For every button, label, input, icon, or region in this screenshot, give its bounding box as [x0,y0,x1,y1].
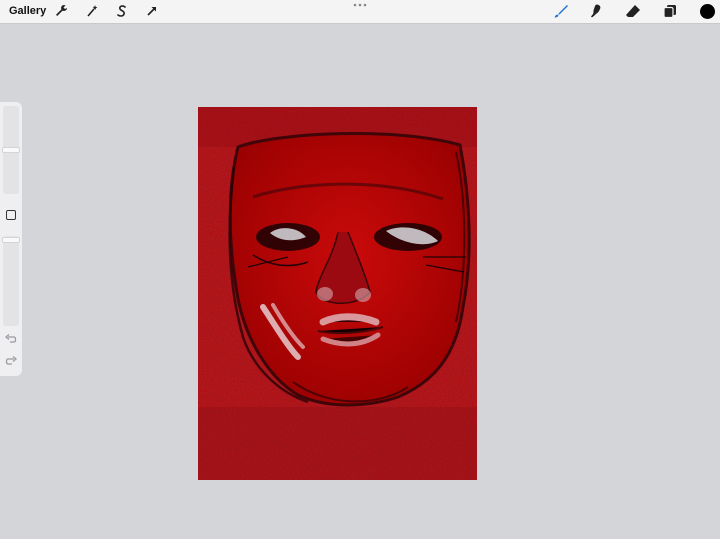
modify-button[interactable] [6,210,16,220]
top-toolbar: Gallery [0,0,720,24]
opacity-slider[interactable] [3,236,19,326]
smudge-icon[interactable] [588,3,604,19]
left-sidebar [0,102,22,376]
drawing-canvas[interactable] [198,107,477,480]
drag-handle-icon[interactable] [353,2,367,8]
redo-icon[interactable] [4,354,18,368]
layers-icon[interactable] [662,3,678,19]
eraser-icon[interactable] [625,3,641,19]
face-painting [198,107,477,480]
magic-wand-icon[interactable] [84,3,100,19]
gallery-button[interactable]: Gallery [9,5,46,17]
undo-icon[interactable] [4,332,18,346]
brush-size-knob[interactable] [2,147,20,153]
opacity-knob[interactable] [2,237,20,243]
brush-icon[interactable] [553,3,569,19]
selection-icon[interactable] [114,3,130,19]
wrench-icon[interactable] [53,3,69,19]
transform-arrow-icon[interactable] [144,3,160,19]
color-picker-button[interactable] [700,4,715,19]
